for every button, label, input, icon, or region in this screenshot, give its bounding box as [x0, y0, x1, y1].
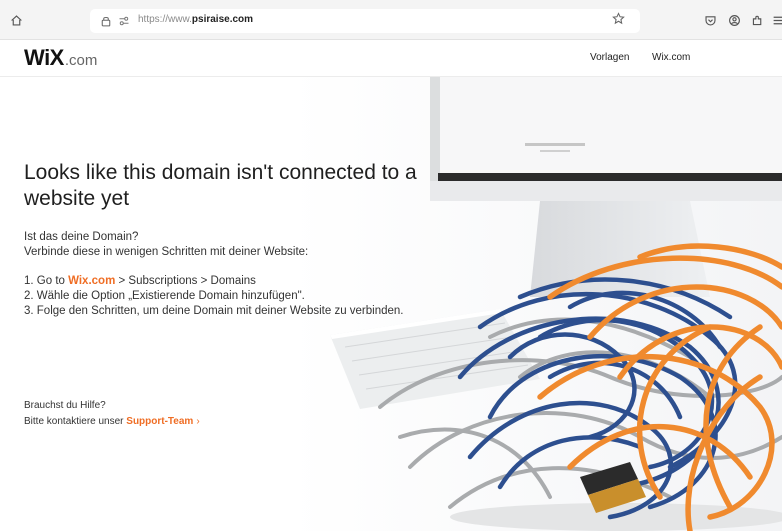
- step-1-prefix: 1. Go to: [24, 275, 69, 287]
- step-3: 3. Folge den Schritten, um deine Domain …: [24, 305, 404, 317]
- main-message: Looks like this domain isn't connected t…: [24, 160, 424, 319]
- step-1: 1. Go to Wix.com > Subscriptions > Domai…: [24, 274, 424, 289]
- wix-logo[interactable]: WiX .com: [24, 45, 97, 71]
- home-icon[interactable]: [8, 12, 24, 28]
- subtext-line1: Ist das deine Domain?: [24, 231, 139, 243]
- wix-link[interactable]: Wix.com: [68, 275, 115, 287]
- address-bar[interactable]: https://www.psiraise.com: [90, 9, 640, 33]
- account-icon[interactable]: [726, 12, 742, 28]
- step-1-suffix: > Subscriptions > Domains: [115, 275, 256, 287]
- subtext-line2: Verbinde diese in wenigen Schritten mit …: [24, 246, 309, 258]
- steps-list: 1. Go to Wix.com > Subscriptions > Domai…: [24, 274, 424, 319]
- menu-icon[interactable]: [770, 12, 782, 28]
- extensions-icon[interactable]: [749, 12, 765, 28]
- domain-question: Ist das deine Domain? Verbinde diese in …: [24, 230, 424, 260]
- step-2: 2. Wähle die Option „Existierende Domain…: [24, 290, 305, 302]
- nav-link-vorlagen[interactable]: Vorlagen: [590, 52, 629, 63]
- browser-toolbar: https://www.psiraise.com: [0, 0, 782, 40]
- help-contact-prefix: Bitte kontaktiere unser: [24, 416, 127, 427]
- lock-icon[interactable]: [100, 14, 114, 28]
- help-question: Brauchst du Hilfe?: [24, 400, 106, 411]
- url-text[interactable]: https://www.psiraise.com: [138, 14, 253, 25]
- page-title: Looks like this domain isn't connected t…: [24, 161, 417, 210]
- nav-link-wix[interactable]: Wix.com: [652, 52, 690, 63]
- logo-mark: WiX: [24, 45, 64, 70]
- pocket-icon[interactable]: [702, 12, 718, 28]
- chevron-right-icon: ›: [196, 416, 200, 427]
- support-team-link[interactable]: Support-Team: [126, 416, 193, 427]
- help-section: Brauchst du Hilfe? Bitte kontaktiere uns…: [24, 398, 384, 430]
- help-contact: Bitte kontaktiere unser Support-Team ›: [24, 414, 384, 430]
- bookmark-star-icon[interactable]: [612, 12, 628, 28]
- url-host: psiraise.com: [191, 14, 254, 25]
- url-prefix: https://www.: [138, 14, 192, 25]
- logo-tld: .com: [64, 52, 98, 69]
- site-header: WiX .com Vorlagen Wix.com: [0, 40, 782, 77]
- permissions-icon[interactable]: [118, 14, 132, 28]
